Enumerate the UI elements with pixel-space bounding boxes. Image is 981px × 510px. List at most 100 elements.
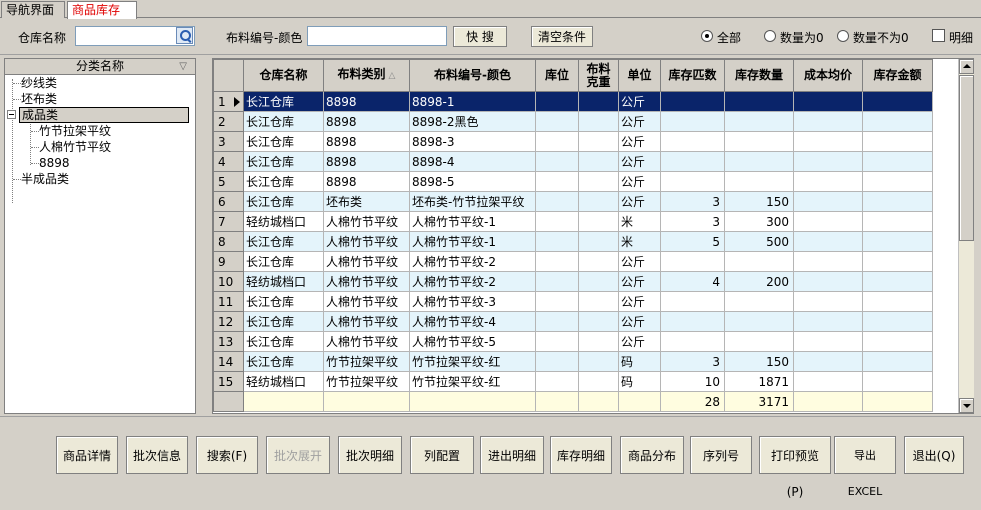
table-row[interactable]: 7 轻纺城档口 人棉竹节平纹 人棉竹节平纹-1 米 3 300 <box>213 211 933 232</box>
cell-warehouse[interactable]: 长江仓库 <box>243 171 324 192</box>
row-number[interactable]: 6 <box>213 191 244 212</box>
table-row[interactable]: 3 长江仓库 8898 8898-3 公斤 <box>213 131 933 152</box>
tree-node-rayon-bamboo[interactable]: 人棉竹节平纹 <box>39 139 111 155</box>
cell-qty[interactable] <box>724 131 794 152</box>
cell-code[interactable]: 8898-4 <box>409 151 536 172</box>
table-row[interactable]: 13 长江仓库 人棉竹节平纹 人棉竹节平纹-5 公斤 <box>213 331 933 352</box>
cell-category[interactable]: 8898 <box>323 151 410 172</box>
cell-code[interactable]: 8898-5 <box>409 171 536 192</box>
cell-cost[interactable] <box>793 251 863 272</box>
cell-unit[interactable]: 公斤 <box>618 91 661 112</box>
cell-loc[interactable] <box>535 231 579 252</box>
table-row[interactable]: 8 长江仓库 人棉竹节平纹 人棉竹节平纹-1 米 5 500 <box>213 231 933 252</box>
cell-warehouse[interactable]: 长江仓库 <box>243 91 324 112</box>
exit-button[interactable]: 退出(Q) <box>904 436 964 474</box>
tree-node-semi-finished[interactable]: 半成品类 <box>21 171 69 187</box>
cell-warehouse[interactable]: 轻纺城档口 <box>243 211 324 232</box>
cell-amount[interactable] <box>862 231 933 252</box>
cell-code[interactable]: 人棉竹节平纹-1 <box>409 231 536 252</box>
quick-search-button[interactable]: 快 搜 <box>453 26 507 47</box>
row-number[interactable]: 3 <box>213 131 244 152</box>
cell-cost[interactable] <box>793 291 863 312</box>
scroll-up-icon[interactable] <box>959 59 974 74</box>
cell-weight[interactable] <box>578 331 619 352</box>
cell-category[interactable]: 竹节拉架平纹 <box>323 371 410 392</box>
cell-category[interactable]: 人棉竹节平纹 <box>323 271 410 292</box>
cell-pieces[interactable]: 10 <box>660 371 725 392</box>
cell-qty[interactable]: 300 <box>724 211 794 232</box>
row-number[interactable]: 11 <box>213 291 244 312</box>
col-header-warehouse[interactable]: 仓库名称 <box>243 59 324 92</box>
table-row[interactable]: 11 长江仓库 人棉竹节平纹 人棉竹节平纹-3 公斤 <box>213 291 933 312</box>
product-detail-button[interactable]: 商品详情 <box>56 436 118 474</box>
tree-node-8898[interactable]: 8898 <box>39 155 70 171</box>
tree-node-yarn[interactable]: 纱线类 <box>21 75 57 91</box>
cell-amount[interactable] <box>862 311 933 332</box>
cell-pieces[interactable]: 5 <box>660 231 725 252</box>
row-number[interactable]: 9 <box>213 251 244 272</box>
cell-warehouse[interactable]: 长江仓库 <box>243 291 324 312</box>
cell-unit[interactable]: 米 <box>618 231 661 252</box>
cell-qty[interactable]: 150 <box>724 351 794 372</box>
radio-qty-nonzero[interactable] <box>837 30 849 42</box>
cell-code[interactable]: 人棉竹节平纹-5 <box>409 331 536 352</box>
col-header-quantity[interactable]: 库存数量 <box>724 59 794 92</box>
cell-category[interactable]: 竹节拉架平纹 <box>323 351 410 372</box>
cell-weight[interactable] <box>578 371 619 392</box>
print-preview-button[interactable]: 打印预览(P) <box>759 436 831 499</box>
col-header-category[interactable]: 布料类别 △ <box>323 59 410 92</box>
cell-warehouse[interactable]: 轻纺城档口 <box>243 371 324 392</box>
tree-node-bamboo-lycra[interactable]: 竹节拉架平纹 <box>39 123 111 139</box>
cell-unit[interactable]: 码 <box>618 371 661 392</box>
row-number[interactable]: 2 <box>213 111 244 132</box>
cell-weight[interactable] <box>578 231 619 252</box>
cell-pieces[interactable] <box>660 151 725 172</box>
table-row[interactable]: 12 长江仓库 人棉竹节平纹 人棉竹节平纹-4 公斤 <box>213 311 933 332</box>
cell-unit[interactable]: 公斤 <box>618 131 661 152</box>
col-header-pieces[interactable]: 库存匹数 <box>660 59 725 92</box>
cell-amount[interactable] <box>862 171 933 192</box>
clear-conditions-button[interactable]: 清空条件 <box>531 26 593 47</box>
cell-qty[interactable] <box>724 91 794 112</box>
table-row[interactable]: 1 长江仓库 8898 8898-1 公斤 <box>213 91 933 112</box>
cell-cost[interactable] <box>793 111 863 132</box>
cell-category[interactable]: 人棉竹节平纹 <box>323 211 410 232</box>
cell-amount[interactable] <box>862 91 933 112</box>
cell-code[interactable]: 人棉竹节平纹-2 <box>409 251 536 272</box>
cell-code[interactable]: 人棉竹节平纹-1 <box>409 211 536 232</box>
cell-category[interactable]: 人棉竹节平纹 <box>323 311 410 332</box>
cell-cost[interactable] <box>793 91 863 112</box>
cell-amount[interactable] <box>862 151 933 172</box>
scroll-thumb[interactable] <box>959 75 974 241</box>
col-header-unit[interactable]: 单位 <box>618 59 661 92</box>
tree-header[interactable]: 分类名称 ▽ <box>5 59 195 75</box>
cell-loc[interactable] <box>535 191 579 212</box>
cell-amount[interactable] <box>862 251 933 272</box>
cell-amount[interactable] <box>862 371 933 392</box>
product-distribution-button[interactable]: 商品分布 <box>620 436 684 474</box>
cell-qty[interactable]: 200 <box>724 271 794 292</box>
cell-weight[interactable] <box>578 111 619 132</box>
cell-loc[interactable] <box>535 331 579 352</box>
cell-warehouse[interactable]: 长江仓库 <box>243 351 324 372</box>
row-number[interactable]: 8 <box>213 231 244 252</box>
cell-amount[interactable] <box>862 191 933 212</box>
cell-cost[interactable] <box>793 351 863 372</box>
row-number[interactable]: 7 <box>213 211 244 232</box>
cell-unit[interactable]: 公斤 <box>618 271 661 292</box>
scroll-down-icon[interactable] <box>959 398 974 413</box>
cell-amount[interactable] <box>862 211 933 232</box>
cell-code[interactable]: 人棉竹节平纹-3 <box>409 291 536 312</box>
cell-warehouse[interactable]: 轻纺城档口 <box>243 271 324 292</box>
export-excel-button[interactable]: 导出EXCEL <box>834 436 896 498</box>
filter-arrow-icon[interactable]: ▽ <box>179 59 187 74</box>
cell-loc[interactable] <box>535 211 579 232</box>
collapse-minus-icon[interactable] <box>7 110 16 119</box>
cell-qty[interactable] <box>724 311 794 332</box>
cell-weight[interactable] <box>578 91 619 112</box>
row-number[interactable]: 5 <box>213 171 244 192</box>
tab-navigation[interactable]: 导航界面 <box>1 1 65 18</box>
cell-category[interactable]: 8898 <box>323 91 410 112</box>
cell-weight[interactable] <box>578 171 619 192</box>
cell-pieces[interactable] <box>660 91 725 112</box>
